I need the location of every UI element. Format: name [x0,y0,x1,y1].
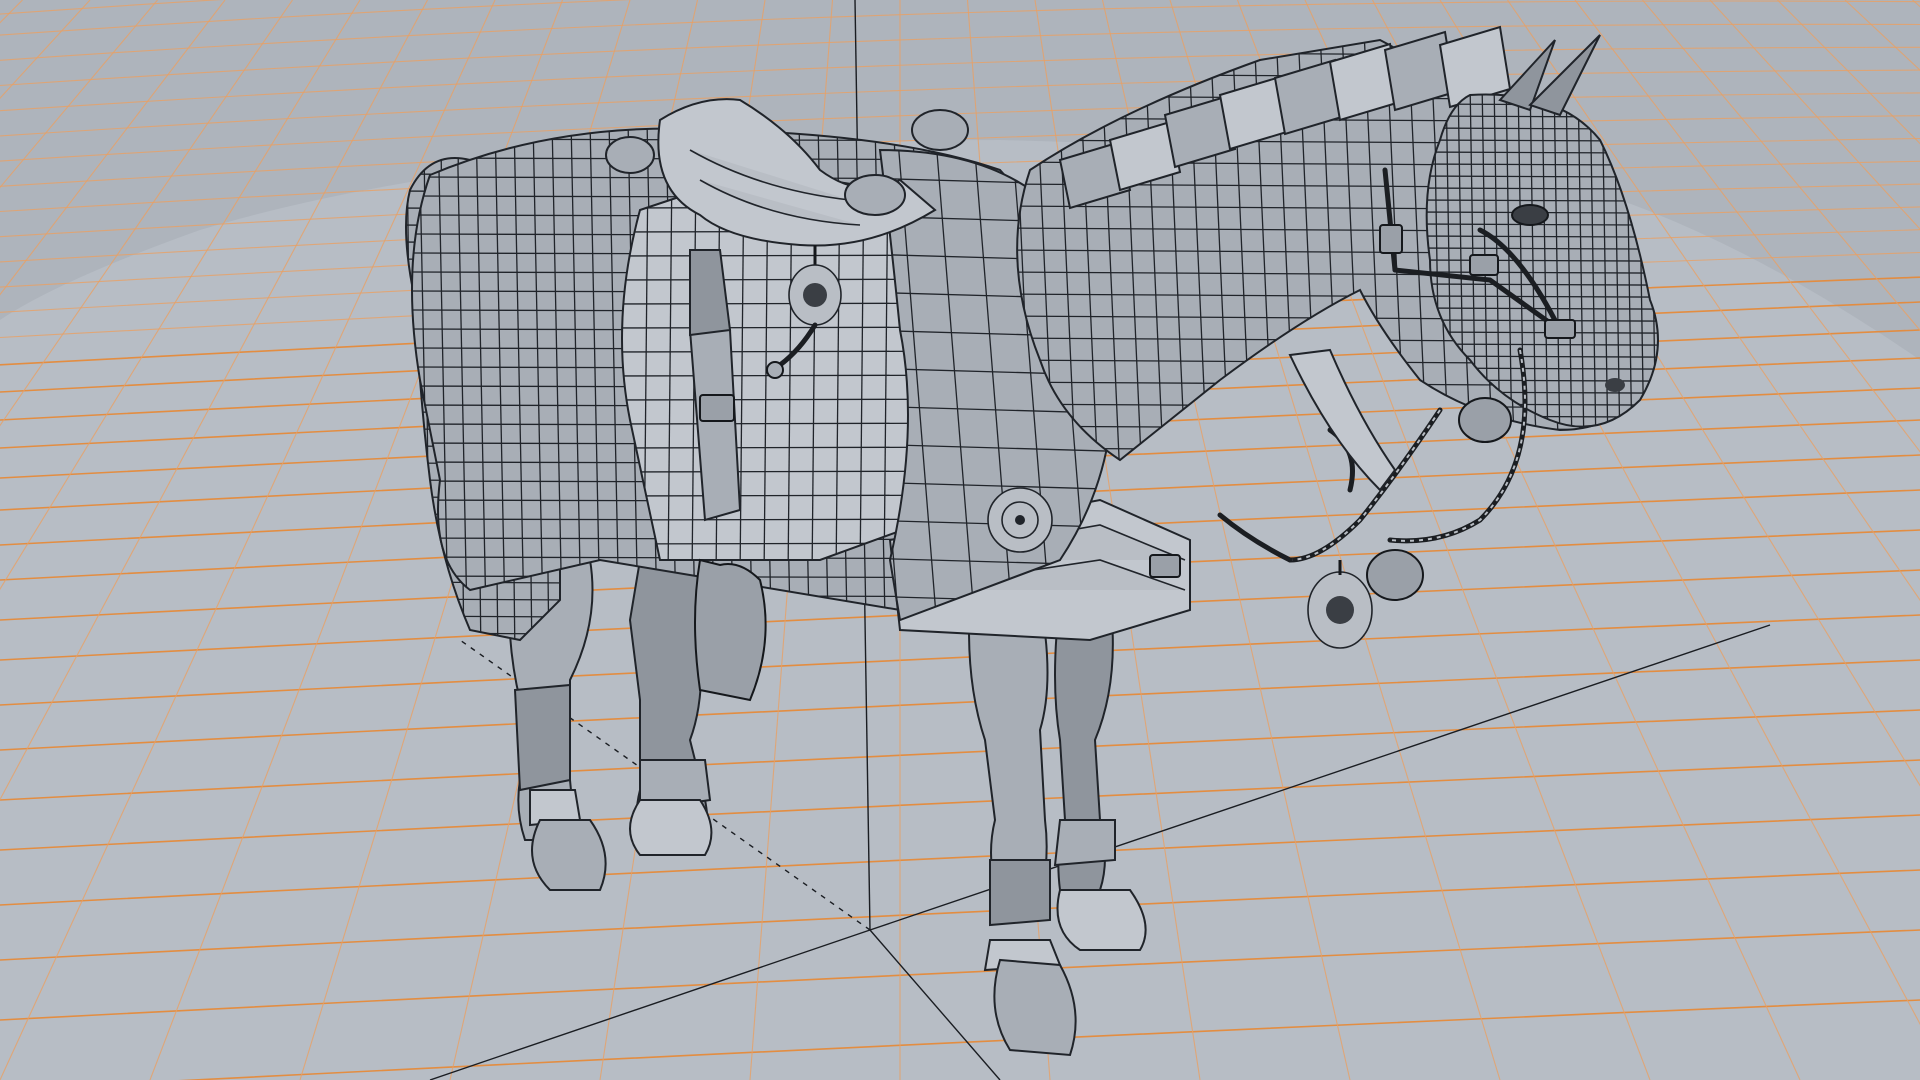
mesh-edge [622,326,932,329]
3d-viewport[interactable] [0,0,1920,1080]
mesh-edge [622,350,932,353]
horse-eye [1511,204,1549,226]
mesh-edge [622,446,932,449]
nostril [1605,378,1625,392]
saddle-roll-back [605,136,655,174]
mesh-edge [622,398,932,401]
mesh-edge [622,494,932,497]
saddle-horn [911,109,969,151]
mesh-edge [622,422,932,425]
viewport-canvas[interactable] [0,0,1920,1080]
mesh-edge [622,470,932,473]
stirrup[interactable] [694,558,767,702]
saddle-roll-front [844,174,906,216]
